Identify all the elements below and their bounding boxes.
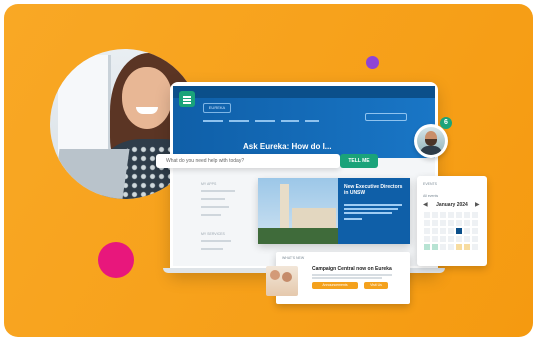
- sidebar-section-label: MY SERVICES: [201, 232, 225, 236]
- sidebar-links[interactable]: [201, 190, 245, 222]
- decorative-dot-purple: [366, 56, 379, 69]
- sidebar-section-label: MY APPS: [201, 182, 217, 186]
- news-title: New Executive Directors in UNSW: [344, 184, 403, 196]
- header-search-box[interactable]: [365, 113, 407, 121]
- campus-tower-image: [258, 178, 338, 244]
- whats-new-title: Campaign Central now on Eureka: [312, 266, 392, 272]
- visit-us-button[interactable]: Visit Us: [364, 282, 388, 289]
- tell-me-button[interactable]: TELL ME: [340, 154, 378, 168]
- nav-link[interactable]: [203, 120, 223, 122]
- hero-title: Ask Eureka: How do I...: [243, 142, 332, 151]
- selected-date[interactable]: [456, 228, 462, 234]
- people-photo: [266, 266, 298, 296]
- next-month-icon[interactable]: ▶: [475, 201, 480, 208]
- nav-link[interactable]: [229, 120, 249, 122]
- nav-link[interactable]: [255, 120, 275, 122]
- events-subheader: All events: [423, 194, 439, 198]
- events-header: EVENTS: [423, 182, 438, 186]
- user-avatar[interactable]: [414, 124, 448, 158]
- calendar-grid[interactable]: [424, 212, 480, 250]
- notification-count-badge: 6: [440, 117, 452, 129]
- whats-new-card: WHAT'S NEW Campaign Central now on Eurek…: [266, 252, 410, 304]
- sidebar-links[interactable]: [201, 240, 245, 256]
- whats-new-header: WHAT'S NEW: [282, 256, 305, 260]
- ask-search-input[interactable]: What do you need help with today?: [156, 154, 340, 168]
- news-card[interactable]: New Executive Directors in UNSW: [258, 178, 410, 244]
- nav-link[interactable]: [281, 120, 299, 122]
- announcements-button[interactable]: Announcements: [312, 282, 358, 289]
- menu-icon[interactable]: [179, 91, 195, 107]
- nav-link[interactable]: [305, 120, 319, 122]
- top-bar: [173, 86, 435, 98]
- events-calendar-card: EVENTS All events ◀ January 2024 ▶: [417, 176, 487, 266]
- site-logo: EUREKA: [203, 103, 231, 113]
- decorative-dot-pink: [98, 242, 134, 278]
